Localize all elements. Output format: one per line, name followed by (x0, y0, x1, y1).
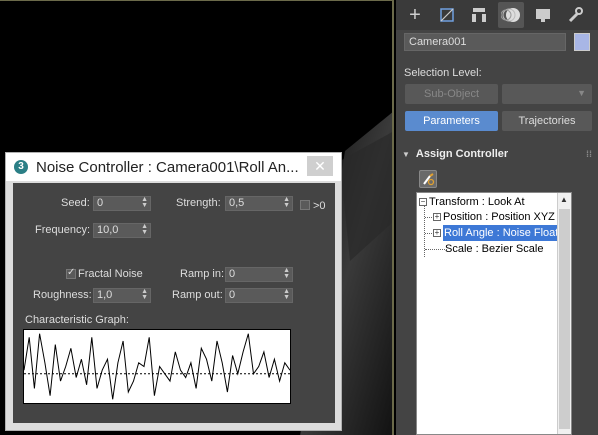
tree-item-label: Transform : Look At (429, 196, 525, 208)
fractal-noise-checkbox[interactable] (66, 267, 76, 279)
tree-item-transform[interactable]: − Transform : Look At (419, 194, 525, 210)
hierarchy-icon (472, 8, 486, 22)
sub-object-dropdown[interactable]: ▼ (502, 84, 592, 104)
object-color-swatch[interactable] (574, 33, 590, 51)
roughness-spinner[interactable]: 1,0 ▲ ▼ (93, 288, 151, 303)
grip-icon: ⁞⁞ (586, 149, 592, 159)
parameters-button[interactable]: Parameters (405, 111, 498, 131)
fractal-noise-label: Fractal Noise (78, 268, 143, 280)
modify-tab[interactable] (434, 2, 460, 28)
frequency-spinner[interactable]: 10,0 ▲ ▼ (93, 223, 151, 238)
noise-curve (23, 333, 291, 400)
strength-label: Strength: (176, 197, 221, 209)
roughness-label: Roughness: (33, 289, 92, 301)
frequency-label: Frequency: (35, 224, 91, 236)
hierarchy-tab[interactable] (466, 2, 492, 28)
tree-item-position[interactable]: + Position : Position XYZ (433, 209, 555, 225)
roughness-value: 1,0 (97, 289, 113, 301)
noise-controller-dialog: 3 Noise Controller : Camera001\Roll An..… (5, 152, 342, 431)
tree-scrollbar[interactable]: ▲ (557, 193, 571, 434)
seed-spinner[interactable]: 0 ▲ ▼ (93, 196, 151, 211)
spinner-arrows-icon[interactable]: ▲ ▼ (283, 288, 290, 301)
display-icon (536, 9, 550, 22)
characteristic-graph (23, 329, 291, 404)
greater-than-zero-checkbox[interactable] (300, 200, 310, 210)
tree-item-scale[interactable]: Scale : Bezier Scale (445, 241, 543, 257)
create-tab[interactable]: + (402, 2, 428, 28)
assign-controller-button[interactable] (419, 170, 437, 188)
ramp-in-spinner[interactable]: 0 ▲ ▼ (225, 267, 293, 282)
ramp-in-value: 0 (229, 268, 236, 280)
tree-item-label: Position : Position XYZ (443, 211, 555, 223)
collapse-icon[interactable]: − (419, 198, 427, 207)
plus-icon: + (409, 3, 421, 26)
command-panel: + Camera001 Selection Level: Sub-Object … (396, 0, 598, 435)
strength-value: 0,5 (229, 197, 245, 209)
ramp-out-label: Ramp out: (172, 289, 223, 301)
scrollbar-thumb[interactable] (559, 209, 570, 429)
spinner-arrows-icon[interactable]: ▲ ▼ (283, 196, 290, 209)
tree-line (425, 249, 447, 250)
selection-level-label: Selection Level: (404, 67, 482, 79)
close-button[interactable]: ✕ (307, 156, 333, 176)
object-name-field[interactable]: Camera001 (404, 33, 566, 51)
noise-curve-line (23, 333, 291, 400)
tree-item-label: Scale : Bezier Scale (445, 243, 544, 255)
chevron-down-icon: ▼ (577, 88, 586, 98)
tree-item-roll-angle[interactable]: + Roll Angle : Noise Float (433, 225, 563, 241)
dialog-title: Noise Controller : Camera001\Roll An... (36, 159, 299, 176)
spinner-arrows-icon[interactable]: ▲ ▼ (141, 288, 148, 301)
strength-spinner[interactable]: 0,5 ▲ ▼ (225, 196, 293, 211)
characteristic-graph-label: Characteristic Graph: (25, 314, 129, 326)
assign-controller-icon (423, 173, 435, 186)
controller-tree[interactable]: − Transform : Look At + Position : Positio… (416, 192, 572, 435)
trajectories-button[interactable]: Trajectories (502, 111, 592, 131)
command-panel-tabs: + (396, 0, 598, 30)
frequency-value: 10,0 (97, 224, 119, 236)
expand-icon[interactable]: + (433, 213, 441, 222)
spinner-arrows-icon[interactable]: ▲ ▼ (141, 196, 148, 209)
close-icon: ✕ (314, 158, 326, 174)
dialog-title-bar[interactable]: 3 Noise Controller : Camera001\Roll An..… (6, 153, 341, 181)
assign-controller-rollout-header[interactable]: ▼ Assign Controller ⁞⁞ (402, 145, 592, 163)
spinner-arrows-icon[interactable]: ▲ ▼ (283, 267, 290, 280)
collapse-triangle-icon: ▼ (402, 150, 410, 159)
dialog-body: Seed: 0 ▲ ▼ Strength: 0,5 ▲ ▼ >0 Frequency: … (13, 183, 335, 423)
ramp-out-spinner[interactable]: 0 ▲ ▼ (225, 288, 293, 303)
expand-icon[interactable]: + (433, 229, 441, 238)
utilities-tab[interactable] (562, 2, 588, 28)
modify-icon (440, 8, 454, 22)
scroll-up-icon[interactable]: ▲ (560, 195, 568, 204)
seed-value: 0 (97, 197, 104, 209)
greater-than-zero-label: >0 (313, 200, 326, 212)
3dsmax-logo-icon: 3 (14, 160, 28, 174)
display-tab[interactable] (530, 2, 556, 28)
sub-object-button[interactable]: Sub-Object (405, 84, 498, 104)
motion-icon (501, 8, 520, 22)
seed-label: Seed: (61, 197, 90, 209)
tree-item-label-selected: Roll Angle : Noise Float (443, 225, 563, 241)
ramp-out-value: 0 (229, 289, 236, 301)
wrench-icon (568, 7, 583, 23)
ramp-in-label: Ramp in: (180, 268, 225, 280)
rollout-title: Assign Controller (415, 148, 509, 160)
motion-tab[interactable] (498, 2, 524, 28)
spinner-arrows-icon[interactable]: ▲ ▼ (141, 223, 148, 236)
